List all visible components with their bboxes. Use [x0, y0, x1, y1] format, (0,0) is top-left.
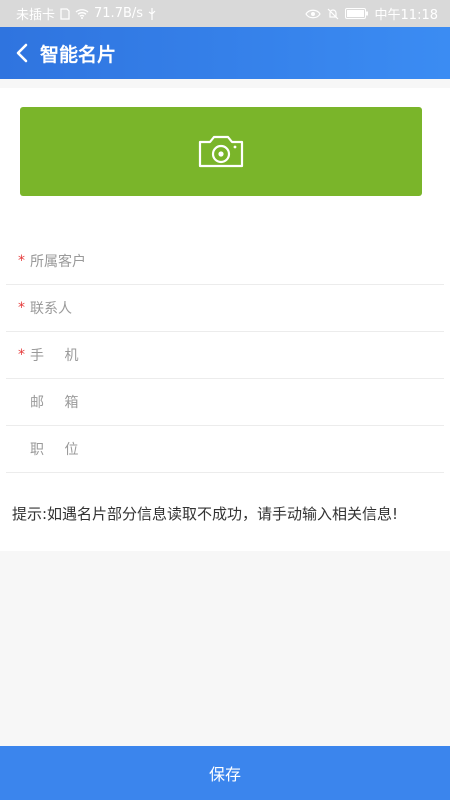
status-left: 未插卡 71.7B/s [16, 4, 156, 23]
network-speed: 71.7B/s [94, 6, 144, 21]
page-title: 智能名片 [40, 43, 117, 66]
clock: 中午11:18 [374, 8, 438, 23]
field-label-customer: 所属客户 [30, 254, 86, 270]
customer-field[interactable]: * 所属客户 [6, 238, 444, 285]
required-mark: * [18, 300, 25, 316]
mute-icon [327, 8, 339, 20]
field-label-position: 职 位 [30, 442, 87, 458]
camera-icon [198, 135, 244, 167]
contact-field[interactable]: * 联系人 [6, 285, 444, 332]
card-form: * 所属客户 * 联系人 * 手 机 邮 箱 职 位 提示:如遇名片部分信息读取… [0, 88, 450, 551]
wifi-icon [75, 8, 89, 19]
field-label-phone: 手 机 [30, 348, 87, 364]
status-bar: 未插卡 71.7B/s 中午11:18 [0, 0, 450, 27]
back-button[interactable] [4, 27, 40, 79]
required-mark: * [18, 347, 25, 363]
chevron-left-icon [16, 43, 28, 63]
usb-icon [148, 7, 156, 20]
email-field[interactable]: 邮 箱 [6, 379, 444, 426]
carrier-text: 未插卡 [16, 8, 56, 23]
phone-field[interactable]: * 手 机 [6, 332, 444, 379]
status-right: 中午11:18 [304, 4, 438, 23]
eye-icon [304, 9, 321, 19]
save-button[interactable]: 保存 [0, 746, 450, 800]
sim-icon [60, 7, 70, 20]
app-bar: 智能名片 [0, 27, 450, 79]
position-field[interactable]: 职 位 [6, 426, 444, 473]
tip-text: 提示:如遇名片部分信息读取不成功，请手动输入相关信息! [12, 505, 399, 523]
field-label-email: 邮 箱 [30, 395, 87, 411]
scan-card-button[interactable] [20, 107, 422, 196]
business-card-form: * 所属客户 * 联系人 * 手 机 邮 箱 职 位 [0, 238, 450, 473]
battery-icon [344, 8, 369, 19]
required-mark: * [18, 253, 25, 269]
field-label-contact: 联系人 [30, 301, 72, 317]
